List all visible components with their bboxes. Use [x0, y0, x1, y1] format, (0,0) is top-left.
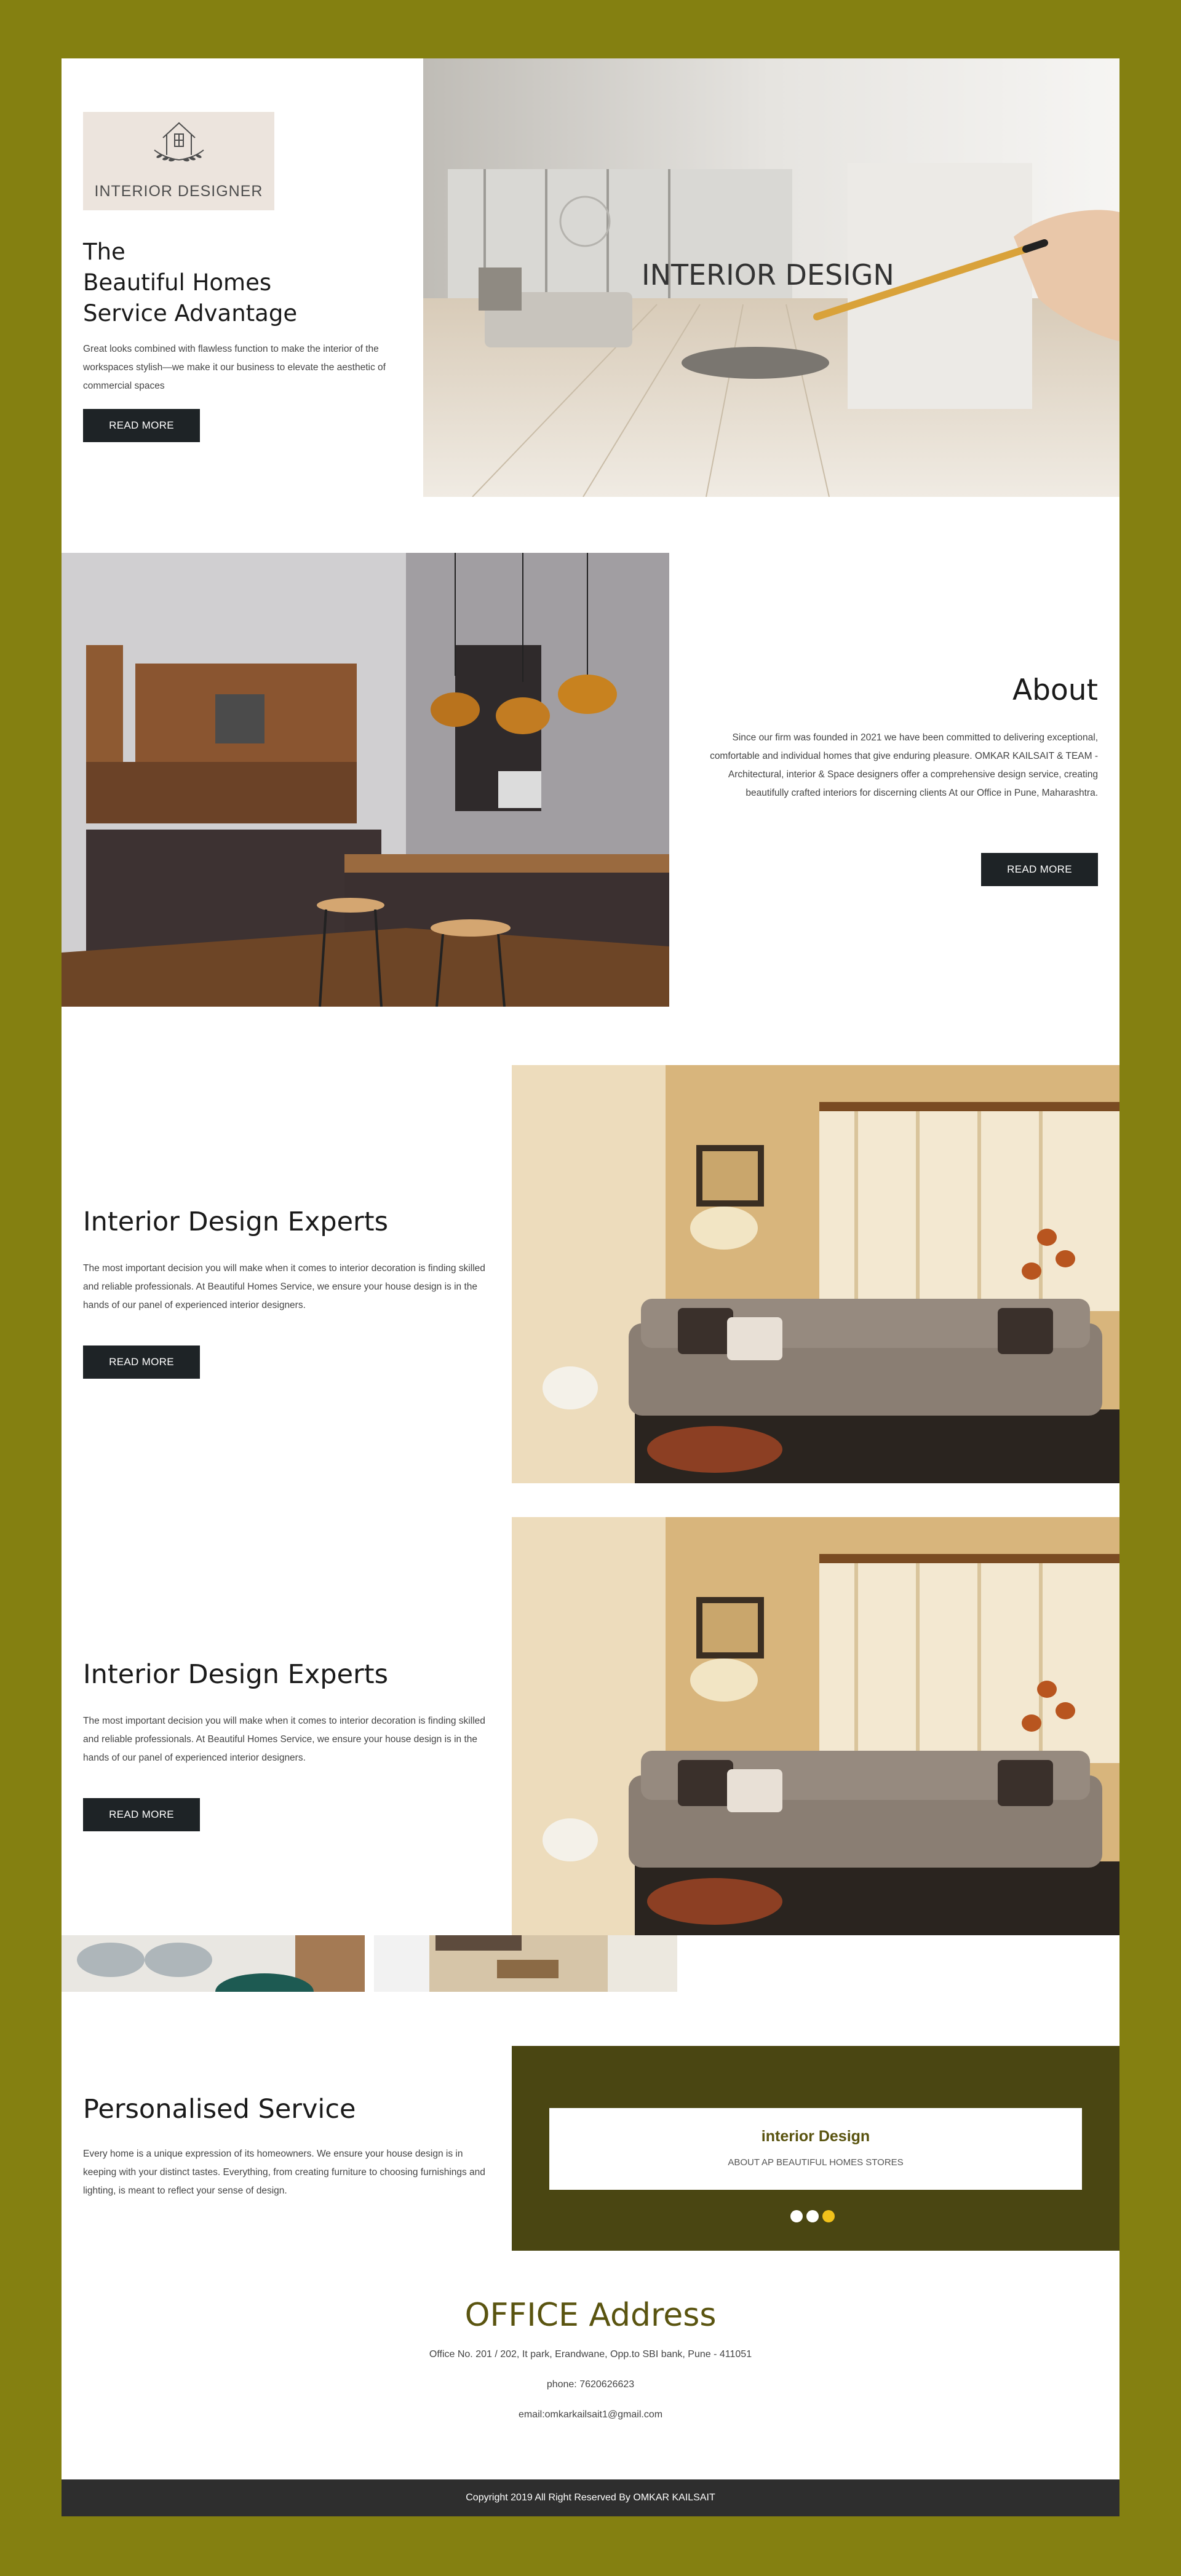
footer-copyright: Copyright 2019 All Right Reserved By OMK… — [466, 2492, 715, 2503]
experts-read-more-button-2[interactable]: READ MORE — [83, 1798, 200, 1831]
page-container: INTERIOR DESIGNER The Beautiful Homes Se… — [62, 58, 1119, 2516]
footer: Copyright 2019 All Right Reserved By OMK… — [62, 2479, 1119, 2516]
hero-read-more-button[interactable]: READ MORE — [83, 409, 200, 442]
hero-image-overlay-text: INTERIOR DESIGN — [642, 258, 894, 291]
experts-title-1: Interior Design Experts — [83, 1207, 388, 1237]
carousel-dots — [790, 2210, 840, 2222]
gallery-thumbnail-2[interactable] — [374, 1935, 677, 1992]
about-description: Since our firm was founded in 2021 we ha… — [710, 732, 1098, 798]
hero-title: The Beautiful Homes Service Advantage — [83, 237, 297, 329]
experts-description-2: The most important decision you will mak… — [83, 1716, 485, 1763]
personalised-description: Every home is a unique expression of its… — [83, 2149, 485, 2196]
house-icon — [154, 122, 204, 162]
hero-title-line-2: Beautiful Homes — [83, 269, 272, 296]
about-title: About — [1012, 673, 1098, 707]
personalised-title: Personalised Service — [83, 2094, 356, 2125]
hero-title-line-1: The — [83, 239, 125, 265]
office-phone[interactable]: phone: 7620626623 — [62, 2379, 1119, 2390]
gallery-thumbnail-1[interactable] — [62, 1935, 365, 1992]
living-room-image-1 — [512, 1065, 1119, 1483]
office-address: Office No. 201 / 202, It park, Erandwane… — [429, 2349, 752, 2360]
kitchen-image — [62, 553, 669, 1007]
living-room-image-2 — [512, 1517, 1119, 1935]
testimonial-card-title: interior Design — [761, 2128, 870, 2145]
hero-description: Great looks combined with flawless funct… — [83, 344, 386, 391]
carousel-dot-2[interactable] — [806, 2210, 819, 2222]
experts-read-more-button-1[interactable]: READ MORE — [83, 1345, 200, 1379]
logo[interactable]: INTERIOR DESIGNER — [83, 112, 274, 210]
hero-image: INTERIOR DESIGN — [423, 58, 1119, 497]
logo-text: INTERIOR DESIGNER — [94, 183, 263, 200]
testimonial-card-subtitle: ABOUT AP BEAUTIFUL HOMES STORES — [728, 2157, 904, 2168]
about-read-more-button[interactable]: READ MORE — [981, 853, 1098, 886]
hero-title-line-3: Service Advantage — [83, 300, 298, 327]
experts-title-2: Interior Design Experts — [83, 1659, 388, 1690]
office-title: OFFICE Address — [464, 2297, 717, 2334]
carousel-dot-1[interactable] — [790, 2210, 803, 2222]
testimonial-card: interior Design ABOUT AP BEAUTIFUL HOMES… — [549, 2108, 1082, 2190]
office-email[interactable]: email:omkarkailsait1@gmail.com — [62, 2409, 1119, 2420]
experts-description-1: The most important decision you will mak… — [83, 1263, 485, 1310]
carousel-dot-3[interactable] — [822, 2210, 835, 2222]
testimonial-panel: interior Design ABOUT AP BEAUTIFUL HOMES… — [512, 2046, 1119, 2251]
